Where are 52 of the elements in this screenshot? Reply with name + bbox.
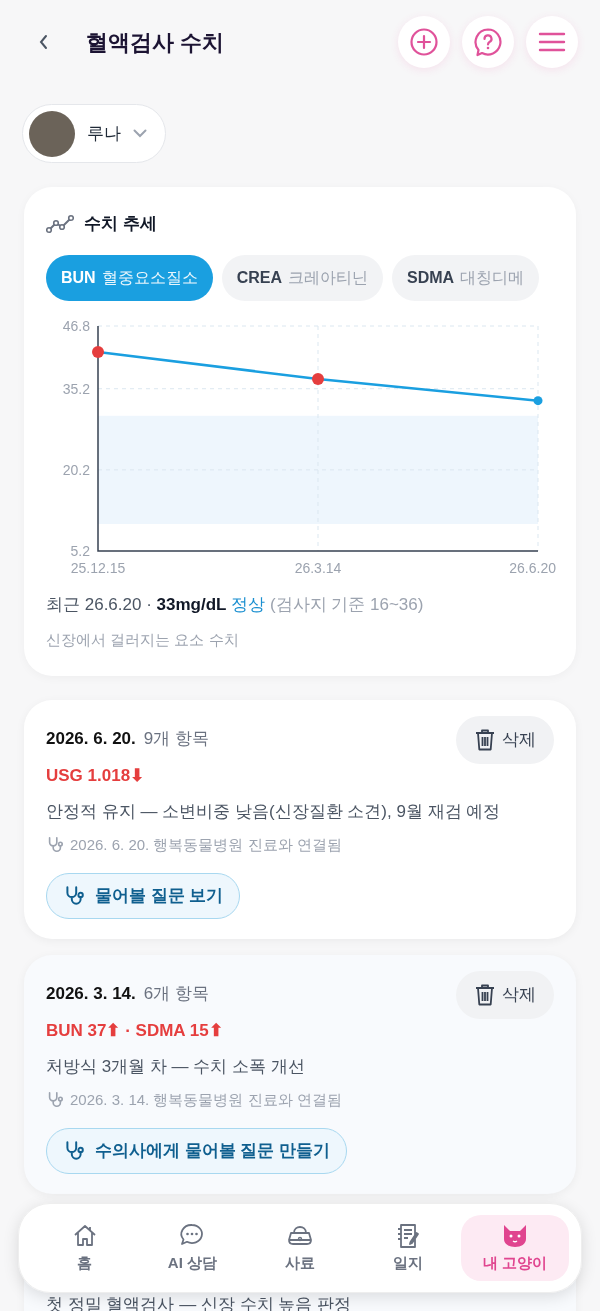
pet-selector[interactable]: 루나	[22, 104, 166, 163]
axis-tick-label: 26.3.14	[294, 559, 342, 576]
add-button[interactable]	[398, 16, 450, 68]
axis-tick-label: 20.2	[62, 461, 90, 478]
item-count: 6개 항목	[143, 982, 209, 1005]
stethoscope-icon	[63, 884, 85, 907]
abnormal-values: USG 1.018⬇	[46, 765, 146, 787]
trash-icon	[474, 727, 496, 752]
data-point	[92, 345, 104, 358]
abnormal-values: BUN 37⬆ · SDMA 15⬆	[46, 1020, 224, 1042]
help-button[interactable]	[462, 16, 514, 68]
trash-icon	[474, 982, 496, 1007]
stethoscope-icon	[63, 1139, 85, 1162]
menu-icon	[538, 31, 566, 53]
metric-tab[interactable]: CREA 크레아티닌	[221, 254, 383, 301]
line-chart-icon	[46, 213, 74, 234]
delete-button[interactable]: 삭제	[456, 970, 554, 1019]
delete-button[interactable]: 삭제	[456, 715, 554, 764]
metric-tab[interactable]: SDMA 대칭디메	[392, 254, 540, 301]
chevron-down-icon	[133, 129, 147, 138]
metric-description: 신장에서 걸러지는 요소 수치	[46, 630, 240, 650]
record-summary: 안정적 유지 — 소변비중 낮음(신장질환 소견), 9월 재검 예정	[46, 800, 502, 823]
item-count: 9개 항목	[143, 727, 209, 750]
axis-tick-label: 46.8	[62, 317, 90, 334]
data-point	[533, 395, 543, 405]
record-summary: 처방식 3개월 차 — 수치 소폭 개선	[46, 1055, 306, 1078]
linked-visit: 2026. 3. 14. 행복동물병원 진료와 연결됨	[70, 1090, 342, 1110]
axis-tick-label: 26.6.20	[509, 559, 556, 576]
axis-tick-label: 25.12.15	[70, 559, 126, 576]
nav-tab[interactable]: 홈	[31, 1215, 139, 1281]
stethoscope-icon	[46, 836, 64, 855]
linked-visit: 2026. 6. 20. 행복동물병원 진료와 연결됨	[70, 835, 342, 855]
menu-button[interactable]	[526, 16, 578, 68]
record-date: 2026. 6. 20.	[46, 727, 136, 750]
axis-tick-label: 35.2	[62, 380, 90, 397]
nav-tab[interactable]: AI 상담	[138, 1215, 247, 1281]
page-title: 혈액검사 수치	[86, 28, 225, 57]
latest-reading: 최근 26.6.20 · 33mg/dL 정상 (검사지 기준 16~36)	[46, 593, 425, 616]
plus-circle-icon	[409, 27, 439, 57]
section-title: 수치 추세	[84, 213, 157, 235]
question-button[interactable]: 물어볼 질문 보기	[46, 872, 241, 919]
axis-tick-label: 5.2	[70, 542, 90, 559]
stethoscope-icon	[46, 1091, 64, 1110]
nav-tab[interactable]: 일지	[353, 1215, 462, 1281]
nav-tab[interactable]: 내 고양이	[461, 1215, 569, 1281]
data-point	[312, 372, 324, 385]
question-button[interactable]: 수의사에게 물어볼 질문 만들기	[46, 1127, 348, 1174]
help-icon	[473, 27, 503, 57]
pet-name: 루나	[87, 122, 121, 145]
pet-photo-placeholder	[29, 110, 75, 157]
nav-tab[interactable]: 사료	[246, 1215, 354, 1281]
record-date: 2026. 3. 14.	[46, 982, 136, 1005]
